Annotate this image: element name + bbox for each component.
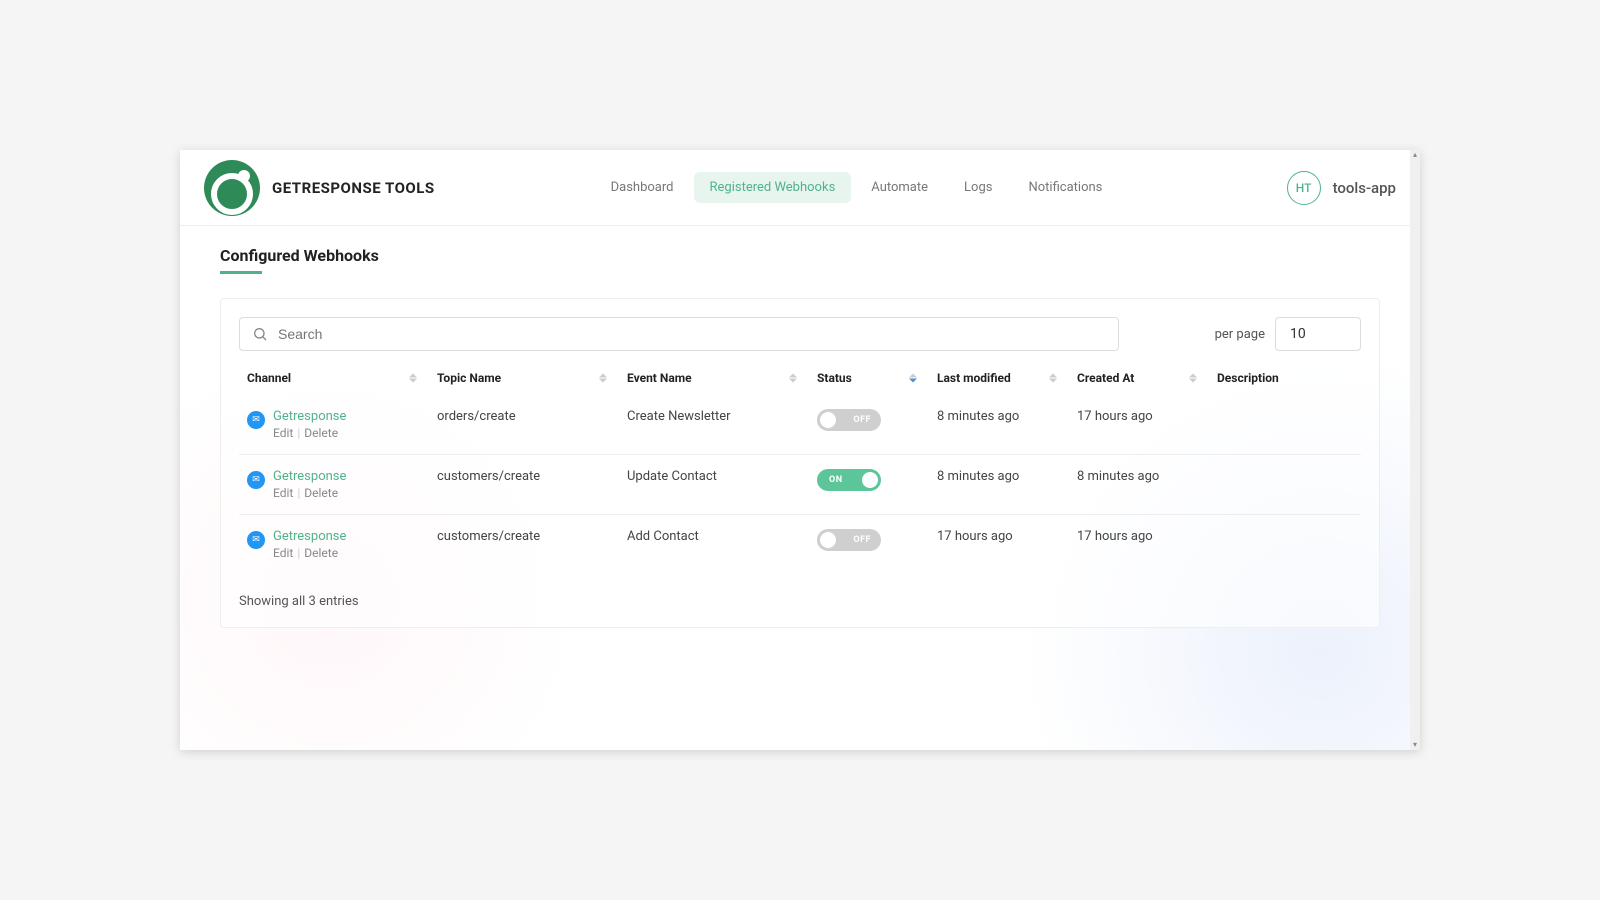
channel-name[interactable]: Getresponse <box>273 529 346 544</box>
description-cell <box>1209 515 1361 575</box>
sort-icon-active[interactable] <box>909 374 917 383</box>
page-title-wrap: Configured Webhooks <box>220 246 1380 274</box>
col-modified[interactable]: Last modified <box>929 361 1069 395</box>
topic-cell: customers/create <box>429 515 619 575</box>
nav-automate[interactable]: Automate <box>855 172 944 203</box>
delete-action[interactable]: Delete <box>304 426 338 440</box>
search-input[interactable] <box>278 326 1106 342</box>
created-cell: 17 hours ago <box>1069 515 1209 575</box>
modified-cell: 8 minutes ago <box>929 455 1069 515</box>
top-nav: Dashboard Registered Webhooks Automate L… <box>595 172 1119 203</box>
created-cell: 17 hours ago <box>1069 395 1209 455</box>
status-toggle[interactable]: OFF <box>817 409 881 431</box>
delete-action[interactable]: Delete <box>304 486 338 500</box>
channel-name[interactable]: Getresponse <box>273 409 346 424</box>
channel-icon: ✉ <box>247 411 265 429</box>
col-created[interactable]: Created At <box>1069 361 1209 395</box>
row-actions: Edit|Delete <box>273 546 346 560</box>
sort-icon[interactable] <box>789 374 797 383</box>
row-actions: Edit|Delete <box>273 486 346 500</box>
nav-registered-webhooks[interactable]: Registered Webhooks <box>694 172 852 203</box>
modified-cell: 17 hours ago <box>929 515 1069 575</box>
channel-cell: ✉ Getresponse Edit|Delete <box>247 469 421 500</box>
sort-icon[interactable] <box>1049 374 1057 383</box>
table-row: ✉ Getresponse Edit|Delete customers/createU… <box>239 455 1361 515</box>
app-window: ▴ ▾ GETRESPONSE TOOLS Dashboard Register… <box>180 150 1420 750</box>
username: tools-app <box>1333 179 1396 197</box>
col-channel-label: Channel <box>247 371 291 385</box>
sort-icon[interactable] <box>1189 374 1197 383</box>
edit-action[interactable]: Edit <box>273 426 293 440</box>
scroll-down-icon[interactable]: ▾ <box>1410 740 1420 750</box>
table-row: ✉ Getresponse Edit|Delete customers/createA… <box>239 515 1361 575</box>
modified-cell: 8 minutes ago <box>929 395 1069 455</box>
toggle-label: ON <box>829 475 843 485</box>
content: Configured Webhooks per page 10 <box>180 226 1420 648</box>
logo-icon <box>204 160 260 216</box>
edit-action[interactable]: Edit <box>273 486 293 500</box>
toggle-knob <box>820 412 836 428</box>
table-row: ✉ Getresponse Edit|Delete orders/createCrea… <box>239 395 1361 455</box>
brand-block: GETRESPONSE TOOLS <box>204 160 435 216</box>
webhooks-table: Channel Topic Name Event Name Statu <box>239 361 1361 574</box>
topic-cell: orders/create <box>429 395 619 455</box>
sort-icon[interactable] <box>409 374 417 383</box>
header: GETRESPONSE TOOLS Dashboard Registered W… <box>180 150 1420 226</box>
controls-row: per page 10 <box>239 317 1361 351</box>
nav-logs[interactable]: Logs <box>948 172 1008 203</box>
event-cell: Add Contact <box>619 515 809 575</box>
topic-cell: customers/create <box>429 455 619 515</box>
event-cell: Update Contact <box>619 455 809 515</box>
perpage-select[interactable]: 10 <box>1275 317 1361 351</box>
edit-action[interactable]: Edit <box>273 546 293 560</box>
sort-icon[interactable] <box>599 374 607 383</box>
col-description-label: Description <box>1217 371 1279 385</box>
search-icon <box>252 326 268 342</box>
channel-cell: ✉ Getresponse Edit|Delete <box>247 409 421 440</box>
col-topic[interactable]: Topic Name <box>429 361 619 395</box>
page-title: Configured Webhooks <box>220 246 379 273</box>
nav-dashboard[interactable]: Dashboard <box>595 172 690 203</box>
col-status-label: Status <box>817 371 852 385</box>
toggle-label: OFF <box>853 415 871 425</box>
toggle-label: OFF <box>853 535 871 545</box>
description-cell <box>1209 455 1361 515</box>
search-field[interactable] <box>239 317 1119 351</box>
status-toggle[interactable]: OFF <box>817 529 881 551</box>
scroll-up-icon[interactable]: ▴ <box>1410 150 1420 160</box>
brand-title: GETRESPONSE TOOLS <box>272 179 435 197</box>
col-channel[interactable]: Channel <box>239 361 429 395</box>
col-description[interactable]: Description <box>1209 361 1361 395</box>
avatar[interactable]: HT <box>1287 171 1321 205</box>
delete-action[interactable]: Delete <box>304 546 338 560</box>
table-footer: Showing all 3 entries <box>239 594 1361 609</box>
col-modified-label: Last modified <box>937 371 1011 385</box>
nav-notifications[interactable]: Notifications <box>1012 172 1118 203</box>
col-event-label: Event Name <box>627 371 692 385</box>
col-event[interactable]: Event Name <box>619 361 809 395</box>
created-cell: 8 minutes ago <box>1069 455 1209 515</box>
scrollbar[interactable]: ▴ ▾ <box>1410 150 1420 750</box>
event-cell: Create Newsletter <box>619 395 809 455</box>
channel-name[interactable]: Getresponse <box>273 469 346 484</box>
description-cell <box>1209 395 1361 455</box>
perpage-label: per page <box>1215 327 1265 342</box>
row-actions: Edit|Delete <box>273 426 346 440</box>
channel-cell: ✉ Getresponse Edit|Delete <box>247 529 421 560</box>
col-created-label: Created At <box>1077 371 1134 385</box>
col-topic-label: Topic Name <box>437 371 501 385</box>
perpage-wrap: per page 10 <box>1215 317 1361 351</box>
toggle-knob <box>820 532 836 548</box>
user-area[interactable]: HT tools-app <box>1287 171 1396 205</box>
toggle-knob <box>862 472 878 488</box>
webhooks-card: per page 10 Channel Topic Name <box>220 298 1380 628</box>
status-toggle[interactable]: ON <box>817 469 881 491</box>
channel-icon: ✉ <box>247 531 265 549</box>
col-status[interactable]: Status <box>809 361 929 395</box>
channel-icon: ✉ <box>247 471 265 489</box>
